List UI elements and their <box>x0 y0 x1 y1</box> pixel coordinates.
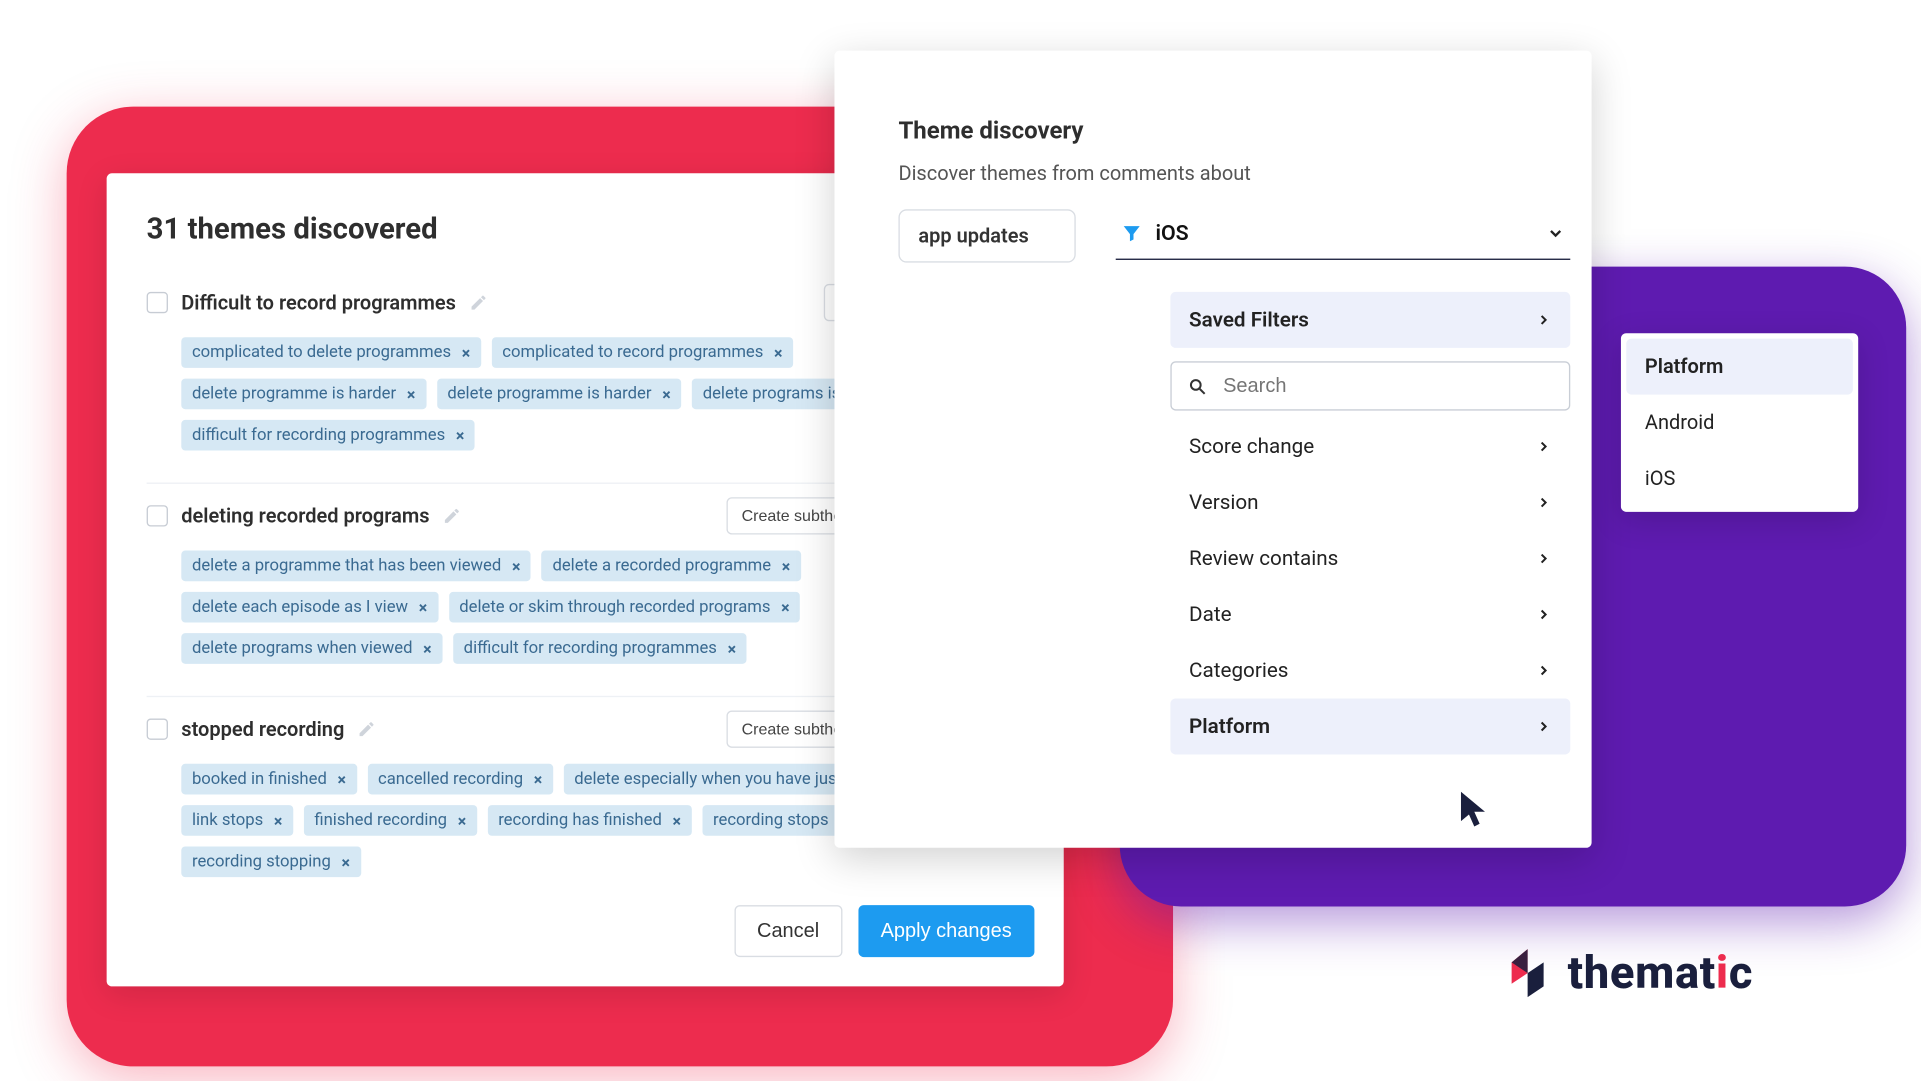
filter-list: Saved Filters Score change Version Revie… <box>1170 292 1570 755</box>
close-icon[interactable]: × <box>774 343 782 362</box>
chevron-down-icon <box>1546 223 1565 242</box>
chevron-right-icon <box>1536 551 1552 567</box>
chip[interactable]: complicated to delete programmes× <box>181 337 481 368</box>
funnel-icon <box>1121 222 1142 243</box>
filter-select-value: iOS <box>1155 220 1188 245</box>
pencil-icon[interactable] <box>358 720 377 739</box>
chip[interactable]: delete programs when viewed× <box>181 633 442 664</box>
close-icon[interactable]: × <box>407 385 415 404</box>
close-icon[interactable]: × <box>342 852 350 871</box>
theme-checkbox[interactable] <box>147 505 168 526</box>
chip[interactable]: finished recording× <box>304 805 477 836</box>
filter-select[interactable]: iOS <box>1115 209 1570 260</box>
filter-search[interactable] <box>1170 361 1570 410</box>
cancel-button[interactable]: Cancel <box>734 905 842 957</box>
theme-checkbox[interactable] <box>147 718 168 739</box>
topic-input[interactable]: app updates <box>898 209 1075 262</box>
theme-title: stopped recording <box>181 717 344 741</box>
chip[interactable]: cancelled recording× <box>367 764 553 795</box>
theme-title: Difficult to record programmes <box>181 291 456 315</box>
theme-checkbox[interactable] <box>147 292 168 313</box>
filter-row-platform[interactable]: Platform <box>1170 698 1570 754</box>
submenu-item-ios[interactable]: iOS <box>1626 451 1853 507</box>
chip[interactable]: delete or skim through recorded programs… <box>449 592 801 623</box>
chip[interactable]: delete each episode as I view× <box>181 592 438 623</box>
close-icon[interactable]: × <box>338 770 346 789</box>
close-icon[interactable]: × <box>534 770 542 789</box>
search-input[interactable] <box>1220 373 1553 398</box>
pencil-icon[interactable] <box>443 507 462 526</box>
chip[interactable]: recording stopping× <box>181 846 360 877</box>
close-icon[interactable]: × <box>462 343 470 362</box>
filter-row-score-change[interactable]: Score change <box>1170 419 1570 475</box>
filter-row-date[interactable]: Date <box>1170 587 1570 643</box>
discovery-title: Theme discovery <box>898 117 1570 145</box>
close-icon[interactable]: × <box>728 639 736 658</box>
chevron-right-icon <box>1536 439 1552 455</box>
chevron-right-icon <box>1536 495 1552 511</box>
close-icon[interactable]: × <box>458 811 466 830</box>
apply-changes-button[interactable]: Apply changes <box>858 905 1034 957</box>
chip[interactable]: difficult for recording programmes× <box>181 420 475 451</box>
discovery-subtitle: Discover themes from comments about <box>898 161 1570 185</box>
logo-mark-icon <box>1498 944 1557 1003</box>
close-icon[interactable]: × <box>456 426 464 445</box>
filter-row-version[interactable]: Version <box>1170 475 1570 531</box>
chip[interactable]: delete a programme that has been viewed× <box>181 551 531 582</box>
chevron-right-icon <box>1536 607 1552 623</box>
chip[interactable]: complicated to record programmes× <box>492 337 794 368</box>
filter-row-review-contains[interactable]: Review contains <box>1170 531 1570 587</box>
chip[interactable]: delete programme is harder× <box>181 379 426 410</box>
logo-text: thematic <box>1568 946 1753 999</box>
close-icon[interactable]: × <box>673 811 681 830</box>
close-icon[interactable]: × <box>512 557 520 576</box>
chevron-right-icon <box>1536 312 1552 328</box>
chevron-right-icon <box>1536 663 1552 679</box>
chip[interactable]: difficult for recording programmes× <box>453 633 747 664</box>
chevron-right-icon <box>1536 718 1552 734</box>
close-icon[interactable]: × <box>662 385 670 404</box>
platform-submenu: Platform Android iOS <box>1621 333 1858 512</box>
theme-title: deleting recorded programs <box>181 504 429 528</box>
submenu-item-platform[interactable]: Platform <box>1626 339 1853 395</box>
close-icon[interactable]: × <box>423 639 431 658</box>
chip[interactable]: recording has finished× <box>488 805 692 836</box>
filter-row-categories[interactable]: Categories <box>1170 643 1570 699</box>
chip[interactable]: link stops× <box>181 805 293 836</box>
close-icon[interactable]: × <box>781 598 789 617</box>
chip[interactable]: delete a recorded programme× <box>542 551 801 582</box>
submenu-item-android[interactable]: Android <box>1626 395 1853 451</box>
chip[interactable]: delete programme is harder× <box>437 379 682 410</box>
search-icon <box>1188 375 1207 396</box>
close-icon[interactable]: × <box>782 557 790 576</box>
filter-row-saved-filters[interactable]: Saved Filters <box>1170 292 1570 348</box>
pencil-icon[interactable] <box>469 293 488 312</box>
close-icon[interactable]: × <box>419 598 427 617</box>
discovery-panel: Theme discovery Discover themes from com… <box>834 51 1591 848</box>
close-icon[interactable]: × <box>274 811 282 830</box>
chip[interactable]: booked in finished× <box>181 764 356 795</box>
thematic-logo: thematic <box>1498 944 1753 1003</box>
